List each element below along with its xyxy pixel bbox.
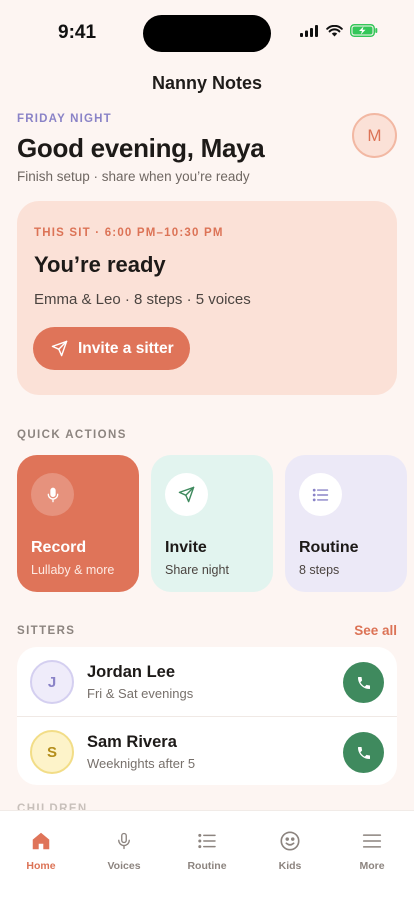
phone-icon xyxy=(357,746,370,759)
greeting-subtitle: Finish setup · share when you’re ready xyxy=(17,169,250,184)
menu-icon xyxy=(331,829,413,853)
mic-icon xyxy=(83,829,165,853)
tab-more[interactable]: More xyxy=(331,829,413,872)
see-all-sitters-link[interactable]: See all xyxy=(354,623,397,638)
current-sit-card[interactable]: THIS SIT · 6:00 PM–10:30 PM You’re ready… xyxy=(17,201,397,395)
tab-kids[interactable]: Kids xyxy=(249,829,331,872)
send-icon xyxy=(51,340,68,357)
quick-action-routine[interactable]: Routine 8 steps xyxy=(285,455,407,592)
status-bar: 9:41 xyxy=(0,0,414,62)
greeting-eyebrow: FRIDAY NIGHT xyxy=(17,113,112,125)
sit-time-label: THIS SIT · 6:00 PM–10:30 PM xyxy=(34,227,224,239)
home-icon xyxy=(0,829,82,853)
quick-action-title: Record xyxy=(31,539,87,556)
app-title: Nanny Notes xyxy=(151,73,263,93)
battery-charging-icon xyxy=(350,24,378,37)
sitter-row-sam[interactable]: S Sam Rivera Weeknights after 5 xyxy=(17,716,397,785)
list-icon xyxy=(166,829,248,853)
sitter-schedule: Fri & Sat evenings xyxy=(87,686,194,701)
tab-label: Kids xyxy=(278,860,302,872)
quick-action-record[interactable]: Record Lullaby & more xyxy=(17,455,139,592)
tab-bar: Home Voices Routine Kids More xyxy=(0,810,414,900)
sitter-avatar: J xyxy=(30,660,74,704)
quick-action-subtitle: 8 steps xyxy=(299,563,340,577)
smile-icon xyxy=(249,829,331,853)
dynamic-island xyxy=(143,15,271,52)
tab-routine[interactable]: Routine xyxy=(166,829,248,872)
quick-action-subtitle: Share night xyxy=(165,563,229,577)
sit-status-title: You’re ready xyxy=(34,252,166,277)
wifi-icon xyxy=(326,24,343,36)
tab-label: Routine xyxy=(187,860,227,872)
sitters-list: J Jordan Lee Fri & Sat evenings S Sam Ri… xyxy=(17,647,397,785)
quick-action-subtitle: Lullaby & more xyxy=(31,563,115,577)
invite-sitter-button[interactable]: Invite a sitter xyxy=(33,327,190,370)
cellular-signal-icon xyxy=(300,24,318,37)
tab-voices[interactable]: Voices xyxy=(83,829,165,872)
call-sitter-button[interactable] xyxy=(343,732,384,773)
sitters-heading: SITTERS xyxy=(17,625,76,637)
quick-action-title: Invite xyxy=(165,539,207,556)
sitter-name: Sam Rivera xyxy=(87,733,177,751)
sitter-row-jordan[interactable]: J Jordan Lee Fri & Sat evenings xyxy=(17,647,397,716)
tab-label: More xyxy=(359,860,385,872)
status-time: 9:41 xyxy=(58,22,97,43)
quick-action-title: Routine xyxy=(299,539,359,556)
tab-label: Voices xyxy=(107,860,141,872)
quick-action-invite[interactable]: Invite Share night xyxy=(151,455,273,592)
call-sitter-button[interactable] xyxy=(343,662,384,703)
mic-icon xyxy=(31,473,74,516)
quick-actions-row[interactable]: Record Lullaby & more Invite Share night… xyxy=(0,455,414,592)
invite-sitter-label: Invite a sitter xyxy=(78,339,174,357)
tab-label: Home xyxy=(26,860,56,872)
tab-home[interactable]: Home xyxy=(0,829,82,872)
greeting-title: Good evening, Maya xyxy=(17,133,265,163)
phone-icon xyxy=(357,676,370,689)
profile-avatar[interactable]: M xyxy=(352,113,397,158)
sitter-avatar: S xyxy=(30,730,74,774)
sitter-schedule: Weeknights after 5 xyxy=(87,756,196,771)
status-icons xyxy=(300,24,378,37)
sitter-name: Jordan Lee xyxy=(87,663,176,681)
quick-actions-heading: QUICK ACTIONS xyxy=(17,429,127,441)
sit-summary: Emma & Leo · 8 steps · 5 voices xyxy=(34,291,251,308)
send-icon xyxy=(165,473,208,516)
list-icon xyxy=(299,473,342,516)
